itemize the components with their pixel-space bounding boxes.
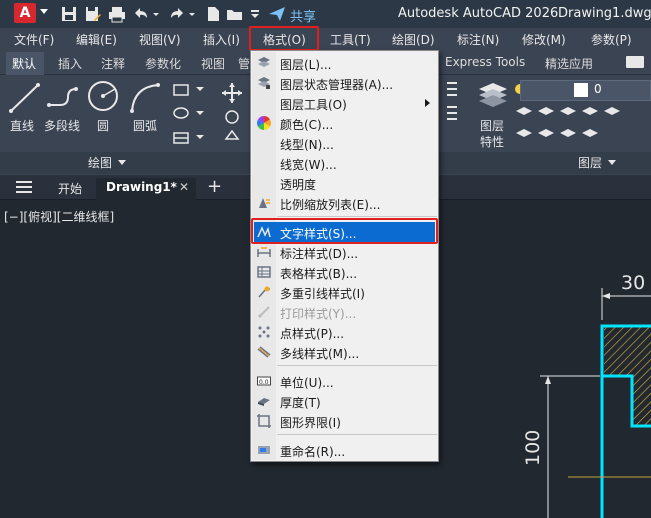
scale-list-icon xyxy=(259,198,270,208)
menu-item-rename[interactable]: 重命名(R)... xyxy=(251,440,438,460)
units-icon: 0.0 xyxy=(257,376,271,386)
menu-item-label: 颜色(C)... xyxy=(280,118,334,132)
menu-item-limits[interactable]: 图形界限(I) xyxy=(251,411,438,431)
menu-item-label: 点样式(P)... xyxy=(280,327,345,341)
plot-style-icon xyxy=(257,306,270,319)
menu-item-layer-tools[interactable]: 图层工具(O) xyxy=(251,93,438,113)
menu-item-mleader-style[interactable]: 多重引线样式(I) xyxy=(251,282,438,302)
menu-item-label: 图形界限(I) xyxy=(280,416,341,430)
dim-arrow-top xyxy=(602,293,610,299)
menu-item-mline-style[interactable]: 多线样式(M)... xyxy=(251,342,438,362)
mline-style-icon xyxy=(257,346,271,358)
menu-item-label: 表格样式(B)... xyxy=(280,267,358,281)
menu-item-table-style[interactable]: 表格样式(B)... xyxy=(251,262,438,282)
limits-icon xyxy=(257,414,271,428)
layer-icon xyxy=(258,57,270,67)
dim-arrow-left xyxy=(545,376,551,384)
menu-item-label: 厚度(T) xyxy=(280,396,321,410)
menu-item-label: 多重引线样式(I) xyxy=(280,287,365,301)
rename-icon xyxy=(258,446,270,454)
menu-separator xyxy=(277,365,437,366)
dim-style-icon xyxy=(257,247,271,257)
menu-item-label: 透明度 xyxy=(280,178,317,192)
menu-item-scale-list[interactable]: 比例缩放列表(E)... xyxy=(251,193,438,213)
menu-item-label: 多线样式(M)... xyxy=(280,347,360,361)
dim-text-30: 30 xyxy=(621,272,646,294)
menu-item-units[interactable]: 0.0 单位(U)... xyxy=(251,371,438,391)
menu-separator xyxy=(277,434,437,435)
table-style-icon xyxy=(257,266,271,278)
submenu-arrow-icon xyxy=(425,99,430,107)
menu-item-label: 单位(U)... xyxy=(280,376,334,390)
point-style-icon xyxy=(258,326,270,338)
thickness-icon xyxy=(258,398,270,406)
menu-item-dim-style[interactable]: 标注样式(D)... xyxy=(251,242,438,262)
menu-item-label: 线宽(W)... xyxy=(280,158,337,172)
text-style-highlight-box xyxy=(251,218,438,244)
menu-item-layer[interactable]: 图层(L)... xyxy=(251,53,438,73)
format-menu: 图层(L)... 图层状态管理器(A)... 图层工具(O) 颜色(C)... … xyxy=(250,50,439,462)
menu-item-plot-style: 打印样式(Y)... xyxy=(251,302,438,322)
menu-item-lineweight[interactable]: 线宽(W)... xyxy=(251,153,438,173)
menu-item-label: 重命名(R)... xyxy=(280,445,346,459)
menu-item-label: 图层(L)... xyxy=(280,58,332,72)
menu-item-thickness[interactable]: 厚度(T) xyxy=(251,391,438,411)
menu-item-color[interactable]: 颜色(C)... xyxy=(251,113,438,133)
menu-item-label: 标注样式(D)... xyxy=(280,247,359,261)
layer-state-icon xyxy=(258,77,270,89)
menu-item-linetype[interactable]: 线型(N)... xyxy=(251,133,438,153)
mleader-style-icon xyxy=(258,286,270,298)
menu-item-point-style[interactable]: 点样式(P)... xyxy=(251,322,438,342)
menu-item-layer-state[interactable]: 图层状态管理器(A)... xyxy=(251,73,438,93)
menu-item-label: 线型(N)... xyxy=(280,138,334,152)
svg-text:0.0: 0.0 xyxy=(259,379,269,386)
hatch-region-1 xyxy=(604,326,651,376)
menu-item-transparency[interactable]: 透明度 xyxy=(251,173,438,193)
color-wheel-icon xyxy=(257,116,271,130)
menu-item-label: 图层工具(O) xyxy=(280,98,347,112)
menu-item-label: 比例缩放列表(E)... xyxy=(280,198,381,212)
dim-text-100: 100 xyxy=(522,429,544,466)
hatch-region-2 xyxy=(632,376,651,426)
menu-item-label: 打印样式(Y)... xyxy=(280,307,357,321)
menu-separator xyxy=(277,216,437,217)
menu-item-label: 图层状态管理器(A)... xyxy=(280,78,394,92)
